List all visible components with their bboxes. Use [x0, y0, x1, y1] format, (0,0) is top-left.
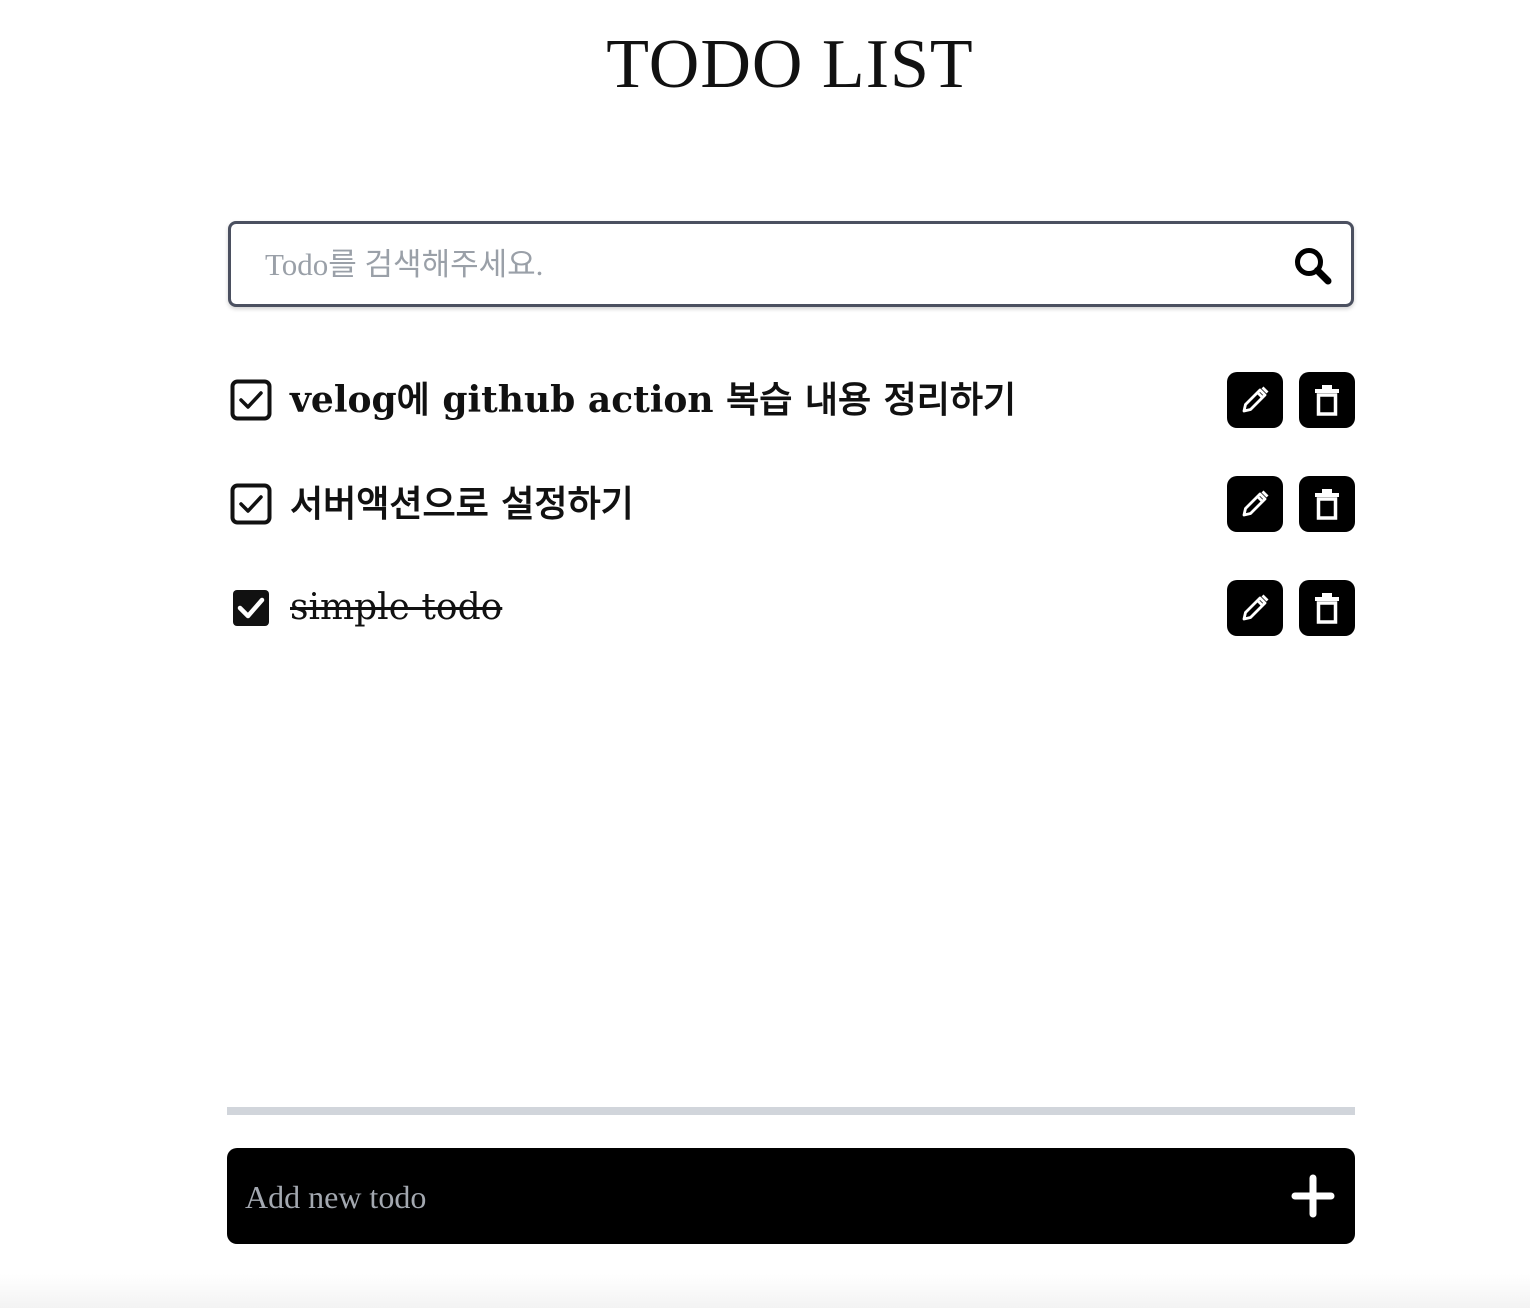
add-todo-input[interactable] — [243, 1148, 1247, 1246]
search-input[interactable] — [263, 224, 1267, 306]
add-todo-bar — [227, 1148, 1355, 1246]
todo-item: velog에 github action 복습 내용 정리하기 — [228, 372, 1355, 428]
checkbox-unchecked-icon — [230, 483, 272, 525]
checkbox-checked-icon — [233, 590, 269, 626]
delete-button[interactable] — [1299, 580, 1355, 636]
search-bar — [228, 221, 1354, 307]
page-title: TODO LIST — [606, 26, 974, 103]
pencil-icon — [1242, 386, 1269, 413]
edit-button[interactable] — [1227, 580, 1283, 636]
trash-icon — [1315, 593, 1339, 624]
todo-item: 서버액션으로 설정하기 — [228, 476, 1355, 532]
trash-icon — [1315, 385, 1339, 416]
search-icon — [1295, 248, 1332, 285]
bottom-edge — [0, 1274, 1530, 1308]
add-todo-button[interactable] — [1287, 1170, 1339, 1222]
todo-checkbox[interactable] — [230, 483, 272, 525]
pencil-icon — [1242, 594, 1269, 621]
todo-item: simple todo — [228, 580, 1355, 636]
delete-button[interactable] — [1299, 476, 1355, 532]
plus-icon — [1291, 1174, 1335, 1218]
todo-checkbox[interactable] — [230, 379, 272, 421]
todo-checkbox[interactable] — [230, 587, 272, 629]
search-button[interactable] — [1289, 242, 1337, 290]
trash-icon — [1315, 489, 1339, 520]
checkbox-unchecked-icon — [230, 379, 272, 421]
pencil-icon — [1242, 490, 1269, 517]
edit-button[interactable] — [1227, 372, 1283, 428]
divider — [227, 1107, 1355, 1115]
todo-app: TODO LIST velog에 github action 복습 내용 정리하… — [0, 0, 1530, 1308]
todo-text: velog에 github action 복습 내용 정리하기 — [290, 379, 1017, 421]
todo-text: simple todo — [290, 587, 503, 628]
todo-text: 서버액션으로 설정하기 — [290, 483, 634, 525]
delete-button[interactable] — [1299, 372, 1355, 428]
edit-button[interactable] — [1227, 476, 1283, 532]
